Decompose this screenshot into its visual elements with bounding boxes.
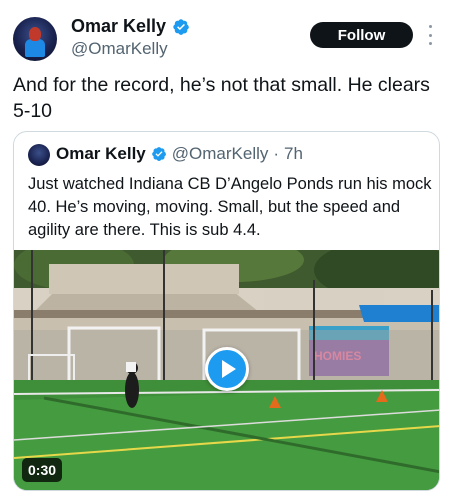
quoted-author-handle[interactable]: @OmarKelly	[172, 144, 269, 164]
avatar-figure-head	[29, 27, 41, 41]
avatar-figure-body	[25, 39, 45, 57]
follow-button[interactable]: Follow	[310, 22, 413, 48]
play-button[interactable]	[205, 347, 249, 391]
quoted-author-avatar[interactable]	[28, 144, 50, 166]
verified-badge-icon	[151, 147, 166, 161]
quoted-timestamp[interactable]: 7h	[284, 144, 303, 164]
play-icon	[222, 360, 236, 378]
more-dot	[428, 33, 432, 37]
more-dot	[428, 25, 432, 28]
quoted-separator: ·	[273, 144, 280, 163]
tweet-text: And for the record, he’s not that small.…	[13, 74, 430, 122]
verified-badge-icon	[173, 18, 189, 35]
more-vertical-icon[interactable]	[424, 25, 436, 45]
author-display-name[interactable]: Omar Kelly	[71, 16, 166, 37]
more-dot	[428, 42, 432, 45]
author-handle[interactable]: @OmarKelly	[71, 39, 168, 59]
quoted-tweet-header: Omar Kelly @OmarKelly · 7h	[56, 144, 303, 164]
author-name-row: Omar Kelly	[71, 16, 190, 37]
quoted-tweet-card[interactable]: Omar Kelly @OmarKelly · 7h Just watched …	[13, 131, 440, 491]
quoted-author-display-name[interactable]: Omar Kelly	[56, 144, 146, 164]
video-duration: 0:30	[22, 458, 63, 482]
video-player[interactable]: HOMIES 0:30	[14, 250, 439, 490]
author-avatar[interactable]	[13, 17, 57, 61]
quoted-tweet-text: Just watched Indiana CB D’Angelo Ponds r…	[28, 175, 432, 239]
